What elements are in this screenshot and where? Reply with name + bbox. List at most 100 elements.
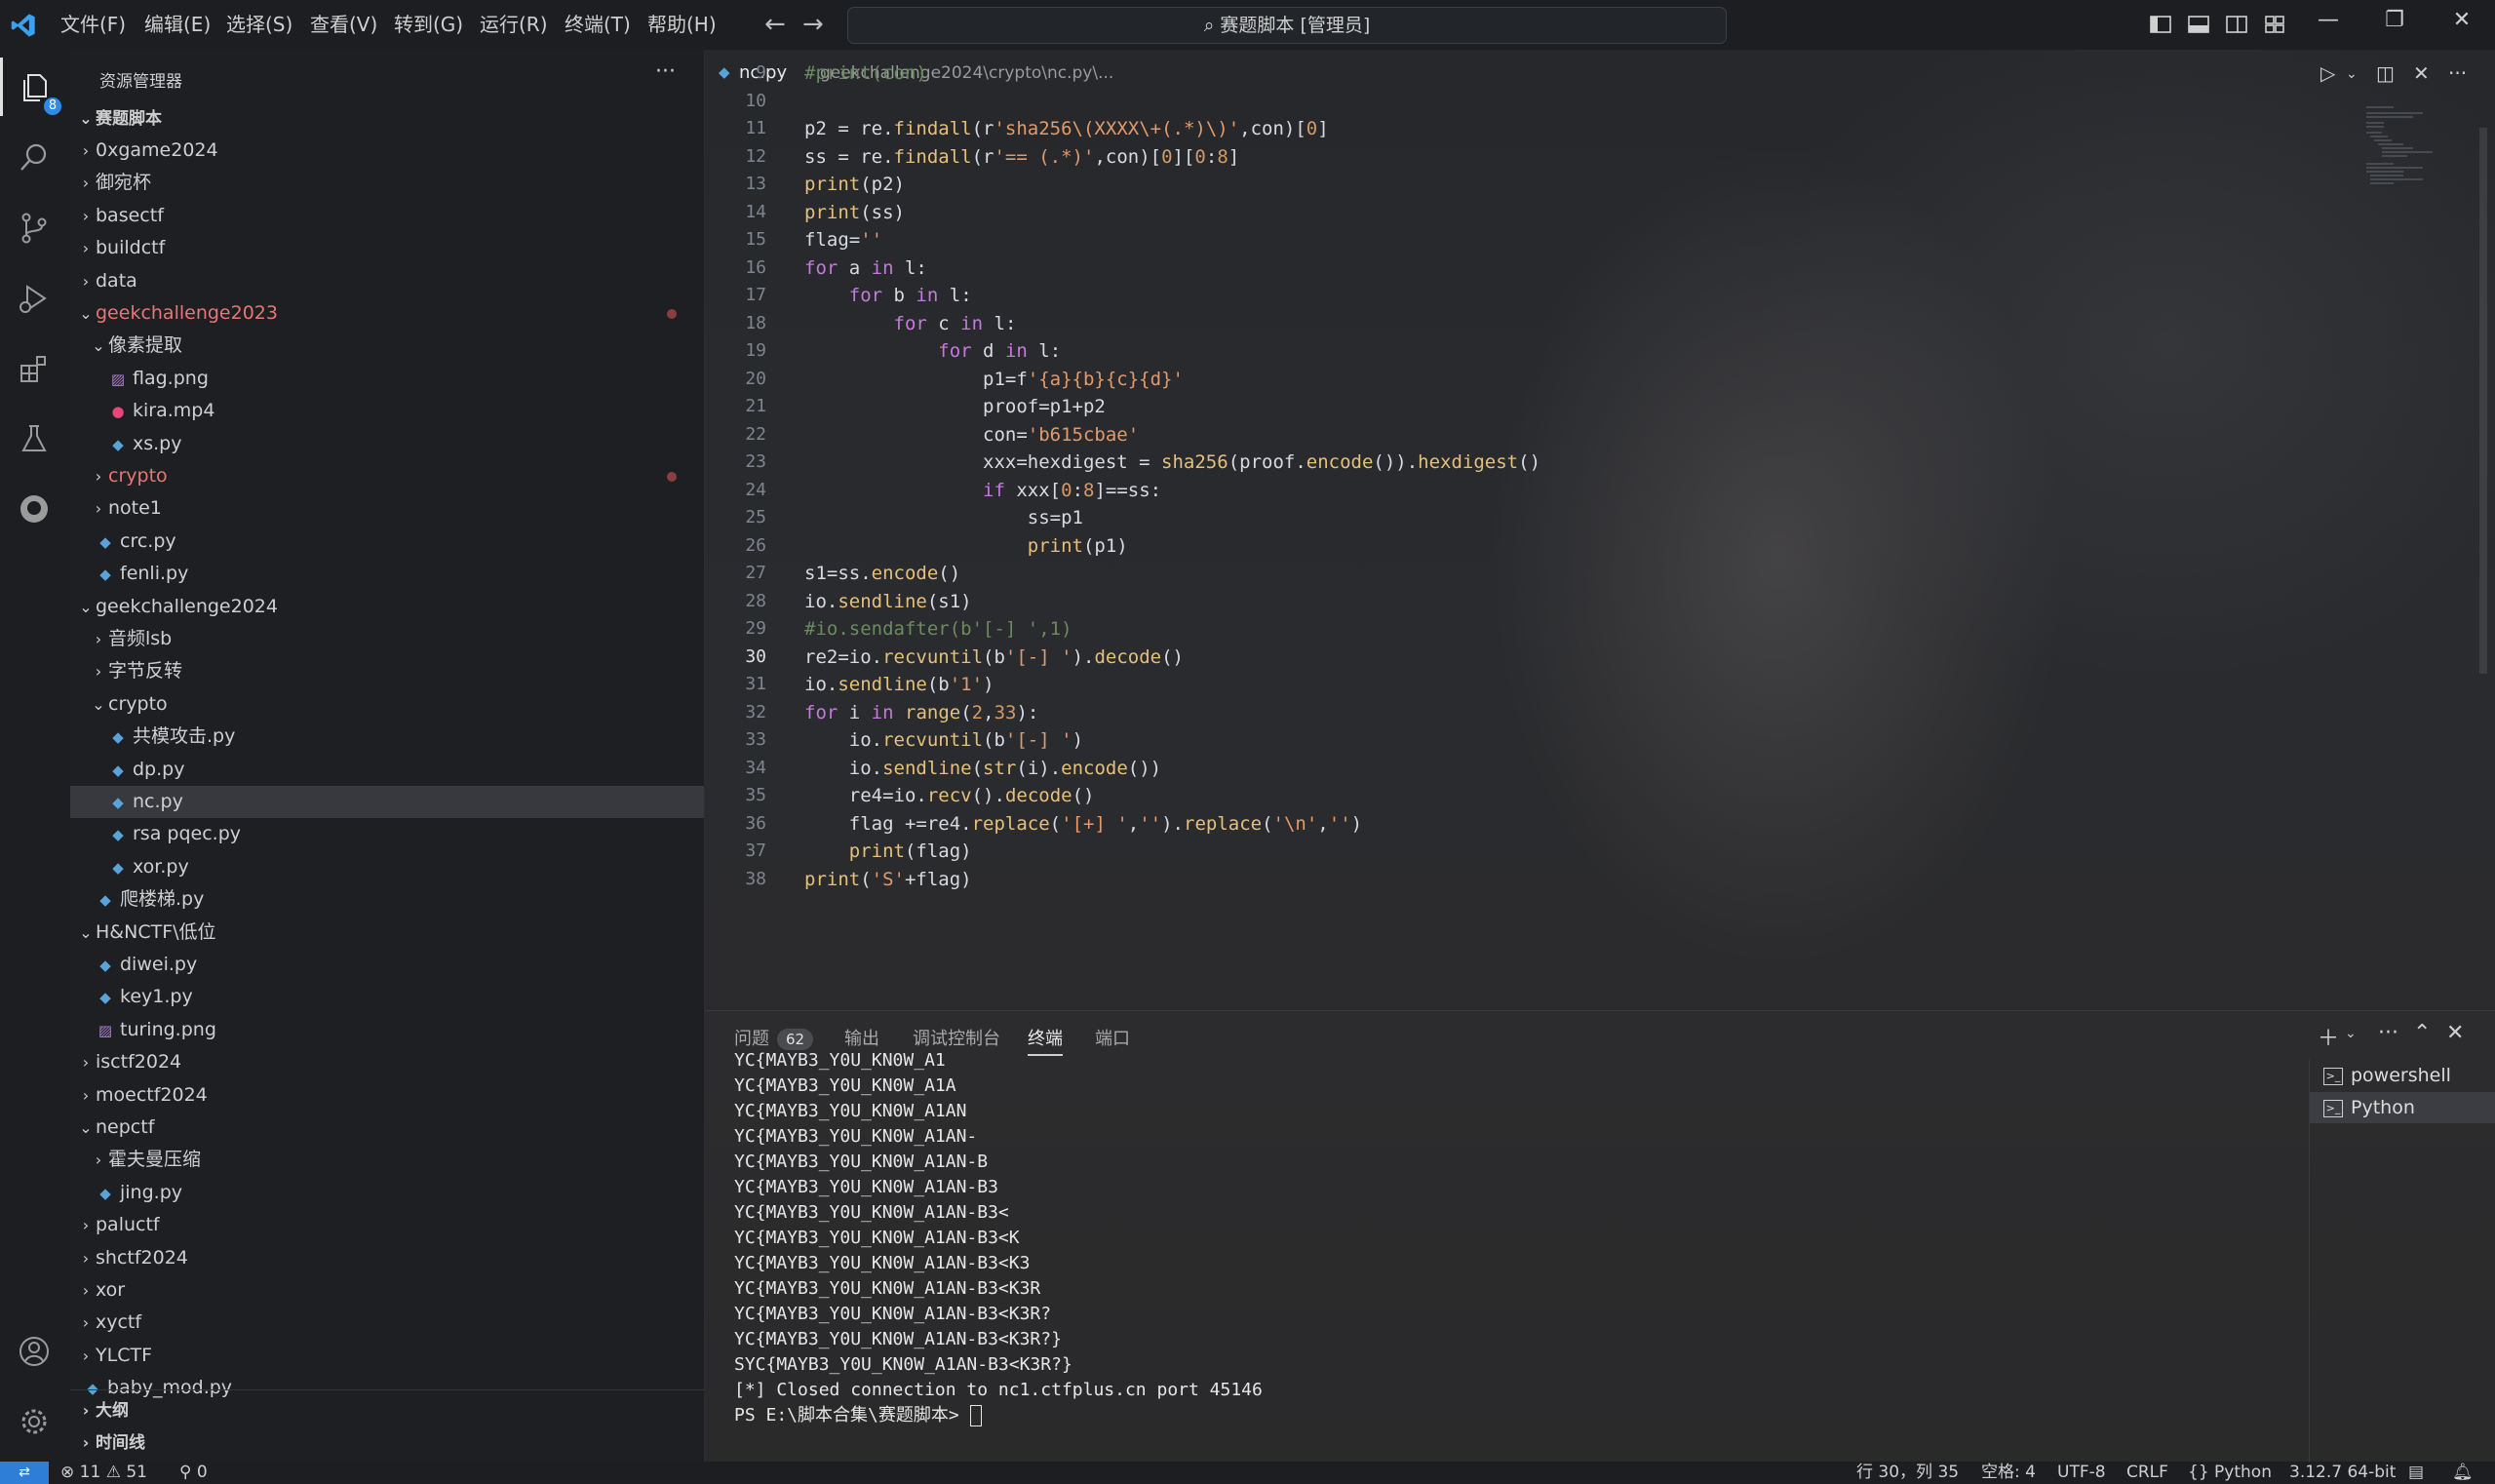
notifications-bell-icon[interactable]: 🔔︎ [2452,1462,2474,1484]
terminal-item-powershell[interactable]: >_ powershell [2310,1060,2495,1091]
tree-folder[interactable]: ⌄ nepctf [70,1112,704,1144]
problems-status[interactable]: ⊗ 11 ⚠ 51 [60,1462,147,1484]
maximize-panel-icon[interactable]: ⌃ [2413,1021,2431,1045]
outline-section[interactable]: › 大纲 [70,1394,704,1426]
tree-file[interactable]: ◆ jing.py [70,1177,704,1209]
editor-scrollbar[interactable] [2479,128,2487,674]
tree-folder[interactable]: › xor [70,1274,704,1307]
timeline-section[interactable]: › 时间线 [70,1426,704,1459]
customize-layout-icon[interactable] [2264,14,2285,35]
terminal-dropdown-icon[interactable]: ⌄ [2345,1026,2357,1041]
forward-arrow-icon[interactable]: → [802,10,824,39]
search-activity[interactable] [0,128,70,186]
minimize-icon[interactable]: — [2309,8,2348,32]
tree-folder[interactable]: › buildctf [70,232,704,264]
tree-file[interactable]: ◆ nc.py [70,786,704,818]
run-python-icon[interactable]: ▷ [2320,61,2335,85]
back-arrow-icon[interactable]: ← [764,10,786,39]
toggle-primary-sidebar-icon[interactable] [2150,14,2171,35]
terminal-item-python[interactable]: >_ Python [2310,1092,2495,1123]
remote-indicator-icon[interactable]: ⇄ [0,1462,49,1484]
tree-item-label: xor.py [133,855,189,878]
ports-status[interactable]: ⚲ 0 [179,1462,208,1484]
command-center-search[interactable]: ⌕ 赛题脚本 [管理员] [847,7,1727,44]
tree-file[interactable]: ◆ rsa pqec.py [70,818,704,850]
line-ending[interactable]: CRLF [2126,1462,2168,1484]
explorer-activity[interactable]: 8 [0,58,73,116]
menu-view[interactable]: 查看(V) [310,0,377,50]
tab-terminal[interactable]: 终端 [1028,1025,1063,1056]
run-debug-activity[interactable] [0,268,70,327]
tree-file[interactable]: ▨ flag.png [70,363,704,395]
tree-folder[interactable]: › note1 [70,492,704,525]
tree-folder[interactable]: › paluctf [70,1209,704,1241]
tree-file[interactable]: ◆ crc.py [70,526,704,558]
manage-activity[interactable] [0,1391,70,1450]
tab-debug-console[interactable]: 调试控制台 [913,1025,1000,1050]
tree-file[interactable]: ▨ turing.png [70,1014,704,1046]
minimap[interactable] [2364,103,2472,220]
tree-file[interactable]: ◆ dp.py [70,754,704,786]
indentation[interactable]: 空格: 4 [1981,1462,2036,1484]
toggle-panel-icon[interactable] [2188,14,2209,35]
restore-icon[interactable]: ❐ [2375,8,2414,32]
tree-folder[interactable]: › YLCTF [70,1340,704,1372]
menu-help[interactable]: 帮助(H) [647,0,717,50]
tree-folder[interactable]: › moectf2024 [70,1079,704,1112]
explorer-more-icon[interactable]: ··· [655,59,676,84]
tree-file[interactable]: ◆ 爬楼梯.py [70,883,704,916]
tree-folder[interactable]: › 御宛杯 [70,167,704,199]
toggle-secondary-sidebar-icon[interactable] [2226,14,2247,35]
tree-folder[interactable]: › isctf2024 [70,1046,704,1078]
editor-more-icon[interactable]: ··· [2448,61,2467,85]
github-activity[interactable] [0,479,70,537]
tree-folder[interactable]: › 音频lsb [70,623,704,655]
tree-folder[interactable]: › basectf [70,200,704,232]
python-interpreter[interactable]: 3.12.7 64-bit [2289,1462,2396,1484]
tree-folder[interactable]: ⌄ geekchallenge2024 [70,591,704,623]
tree-folder[interactable]: ⌄ H&NCTF\低位 [70,917,704,949]
tree-folder[interactable]: › shctf2024 [70,1242,704,1274]
run-dropdown-icon[interactable]: ⌄ [2346,66,2358,82]
menu-goto[interactable]: 转到(G) [394,0,463,50]
testing-activity[interactable] [0,409,70,467]
tree-folder[interactable]: › crypto [70,460,704,492]
close-editor-icon[interactable]: ✕ [2413,61,2430,85]
close-panel-icon[interactable]: ✕ [2446,1021,2464,1045]
language-mode[interactable]: {} Python [2188,1462,2272,1484]
source-control-activity[interactable] [0,198,70,256]
cursor-position[interactable]: 行 30，列 35 [1856,1462,1959,1484]
menu-run[interactable]: 运行(R) [480,0,548,50]
tree-file[interactable]: ◆ xor.py [70,851,704,883]
tree-folder[interactable]: ⌄ geekchallenge2023 [70,297,704,330]
tree-file[interactable]: ● kira.mp4 [70,395,704,427]
tab-ports[interactable]: 端口 [1095,1025,1130,1050]
workspace-root[interactable]: ⌄ 赛题脚本 [70,102,704,135]
encoding[interactable]: UTF-8 [2057,1462,2106,1484]
layout-icon[interactable]: ▤ [2408,1462,2424,1484]
tree-folder[interactable]: ⌄ crypto [70,688,704,721]
tree-file[interactable]: ◆ diwei.py [70,949,704,981]
tree-folder[interactable]: ⌄ 像素提取 [70,330,704,362]
new-terminal-icon[interactable]: ＋ [2318,1021,2339,1052]
tree-file[interactable]: ◆ 共模攻击.py [70,721,704,753]
tab-problems[interactable]: 问题 62 [734,1025,814,1050]
accounts-activity[interactable] [0,1321,70,1380]
tree-folder[interactable]: › 字节反转 [70,655,704,687]
close-window-icon[interactable]: ✕ [2442,8,2481,32]
menu-file[interactable]: 文件(F) [60,0,126,50]
tree-folder[interactable]: › xyctf [70,1307,704,1339]
split-editor-icon[interactable]: ◫ [2376,61,2395,85]
panel-more-icon[interactable]: ··· [2378,1021,2398,1045]
tree-file[interactable]: ◆ fenli.py [70,558,704,590]
tree-folder[interactable]: › 0xgame2024 [70,135,704,167]
tree-folder[interactable]: › 霍夫曼压缩 [70,1144,704,1176]
tree-file[interactable]: ◆ xs.py [70,428,704,460]
tree-folder[interactable]: › data [70,265,704,297]
tab-output[interactable]: 输出 [844,1025,879,1050]
tree-file[interactable]: ◆ key1.py [70,981,704,1013]
menu-edit[interactable]: 编辑(E) [144,0,211,50]
menu-selection[interactable]: 选择(S) [226,0,292,50]
menu-terminal[interactable]: 终端(T) [565,0,631,50]
extensions-activity[interactable] [0,338,70,397]
